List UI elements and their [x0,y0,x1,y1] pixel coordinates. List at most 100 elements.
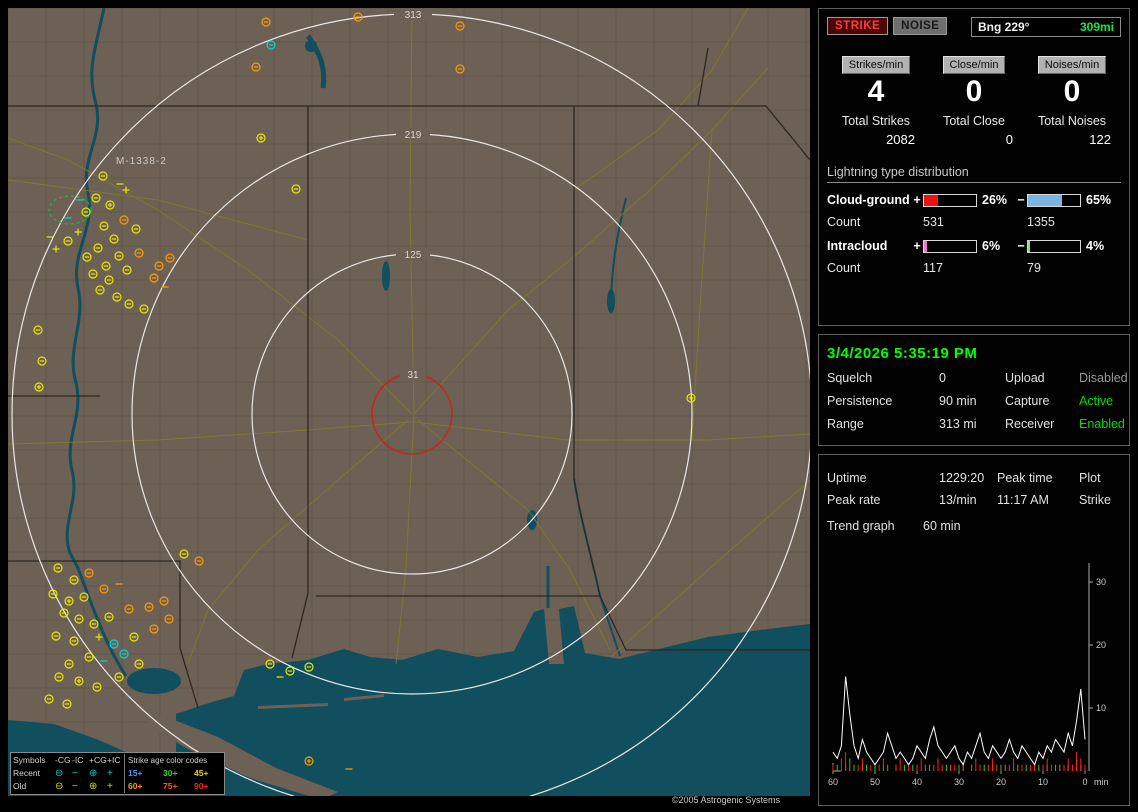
bearing-readout: Bng 229° 309mi [971,17,1121,37]
plot-label: Plot [1079,471,1101,485]
status-row: Uptime 1229:20 Peak time Plot [827,471,1121,485]
cloud-ground-count-row: Count 531 1355 [827,215,1121,229]
noise-toggle-button[interactable]: NOISE [893,17,948,35]
peak-time-value: 11:17 AM [997,493,1049,507]
total-noises-value: 122 [1089,132,1111,147]
peak-rate-value: 13/min [939,493,977,507]
intracloud-count-row: Count 117 79 [827,261,1121,275]
cloud-ground-label: Cloud-ground [827,193,910,207]
legend-recent-label: Recent [13,768,40,778]
capture-status: Active [1079,394,1114,408]
upload-status: Disabled [1079,371,1128,385]
datetime-display: 3/4/2026 5:35:19 PM [827,345,978,362]
range-label: Range [827,417,864,431]
legend-col-cg-pos: +CG [89,755,107,765]
ring-label-125: 125 [405,250,422,261]
total-close-value: 0 [1005,132,1013,147]
cg-positive-pct: 26% [982,193,1008,207]
distribution-title: Lightning type distribution [827,165,1121,183]
squelch-label: Squelch [827,371,873,385]
persistence-value: 90 min [939,394,977,408]
strike-map[interactable]: 313 219 125 31 M-1338-2 Symbols -CG -IC … [8,8,810,796]
receiver-label: Receiver [1005,417,1055,431]
legend-age-header: Strike age color codes [124,754,222,767]
ic-positive-pct: 6% [982,239,1001,253]
persistence-label: Persistence [827,394,893,408]
intracloud-row: Intracloud + 6% − 4% [827,239,1121,253]
count-label: Count [827,261,861,275]
close-per-min-button[interactable]: Close/min [942,56,1006,74]
plot-mode-value: Strike [1079,493,1111,507]
bearing-distance: 309mi [1079,20,1114,34]
svg-text:30: 30 [954,777,964,787]
upload-label: Upload [1005,371,1045,385]
svg-text:min: min [1094,777,1109,787]
count-label: Count [827,215,861,229]
map-legend: Symbols -CG -IC +CG +IC Strike age color… [10,752,225,795]
rates-section: STRIKE NOISE Bng 229° 309mi Strikes/min … [818,8,1130,326]
svg-text:60: 60 [828,777,838,787]
age-15: 15+ [124,767,160,780]
strikes-per-min-value: 4 [867,75,885,108]
map-svg: 313 219 125 31 M-1338-2 [8,8,810,796]
ic-negative-count: 79 [1027,261,1041,275]
peak-time-label: Peak time [997,471,1053,485]
copyright-text: ©2005 Astrogenic Systems [671,795,780,805]
bearing-value: Bng 229° [978,20,1030,34]
status-panel: STRIKE NOISE Bng 229° 309mi Strikes/min … [818,8,1130,806]
svg-text:10: 10 [1096,703,1106,713]
svg-text:50: 50 [870,777,880,787]
legend-old-label: Old [13,781,27,791]
settings-row: Range 313 mi Receiver Enabled [827,417,1125,431]
ring-label-219: 219 [405,130,422,141]
ic-positive-count: 117 [923,261,943,275]
svg-text:20: 20 [996,777,1006,787]
uptime-label: Uptime [827,471,867,485]
settings-section: 3/4/2026 5:35:19 PM Squelch 0 Upload Dis… [818,334,1130,446]
trend-graph-svg: 10 20 30 60 50 40 30 20 10 0 min [828,563,1109,787]
range-value: 313 mi [939,417,977,431]
circle-minus-icon: ⊖ [55,781,64,792]
strikes-per-min-button[interactable]: Strikes/min [841,56,911,74]
trend-graph-label: Trend graph [827,519,895,533]
plus-sign: + [913,239,921,253]
cg-positive-bar [923,193,977,207]
legend-col-ic-neg: -IC [72,755,84,765]
total-noises-label: Total Noises [1037,114,1107,128]
close-per-min-value: 0 [965,75,983,108]
ic-positive-bar [923,239,977,253]
plus-icon: + [107,781,113,792]
plus-sign: + [913,193,921,207]
svg-text:40: 40 [912,777,922,787]
plus-icon: + [107,768,113,779]
circle-plus-icon: ⊕ [89,781,98,792]
trend-label-row: Trend graph 60 min [827,519,1121,533]
peak-rate-label: Peak rate [827,493,881,507]
legend-symbols-header: Symbols [13,755,46,765]
ic-negative-bar [1027,239,1081,253]
trend-section: Uptime 1229:20 Peak time Plot Peak rate … [818,454,1130,806]
minus-sign: − [1017,193,1025,207]
uptime-value: 1229:20 [939,471,985,485]
age-45: 45+ [194,768,209,778]
strike-toggle-button[interactable]: STRIKE [827,17,889,35]
minus-icon: − [72,781,78,792]
noises-per-min-value: 0 [1063,75,1081,108]
noises-column: Noises/min 0 Total Noises 122 [1023,55,1121,147]
close-column: Close/min 0 Total Close 0 [925,55,1023,147]
cg-negative-bar [1027,193,1081,207]
cg-negative-pct: 65% [1086,193,1112,207]
intracloud-label: Intracloud [827,239,888,253]
total-close-label: Total Close [943,114,1005,128]
cg-negative-count: 1355 [1027,215,1055,229]
total-strikes-value: 2082 [886,132,915,147]
age-75: 75+ [163,781,178,791]
settings-row: Persistence 90 min Capture Active [827,394,1121,408]
svg-text:0: 0 [1082,777,1087,787]
noises-per-min-button[interactable]: Noises/min [1037,56,1107,74]
svg-text:10: 10 [1038,777,1048,787]
svg-text:20: 20 [1096,640,1106,650]
legend-col-ic-pos: +IC [107,755,121,765]
svg-text:30: 30 [1096,577,1106,587]
minus-sign: − [1017,239,1025,253]
